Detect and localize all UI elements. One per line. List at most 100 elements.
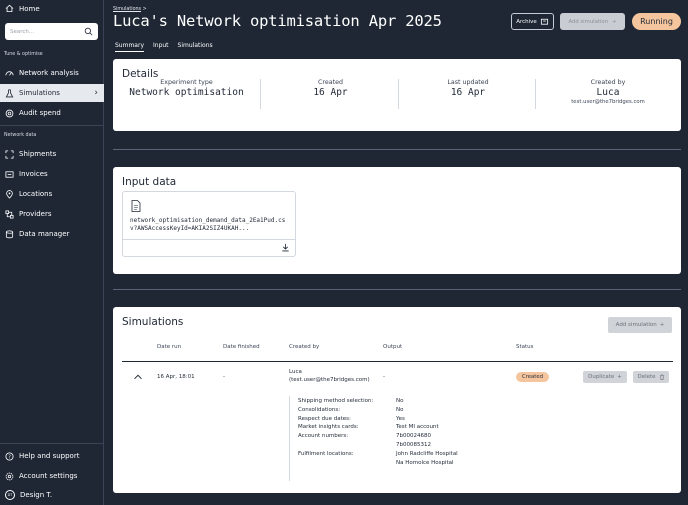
detail-value: No: [396, 406, 458, 415]
detail-label: Fulfilment locations:: [298, 450, 373, 459]
delete-button[interactable]: Delete: [633, 371, 669, 383]
detail-value: 7b00024680: [396, 432, 458, 441]
sidebar-item-label: Simulations: [19, 89, 60, 97]
providers-icon: [5, 210, 14, 219]
duplicate-button[interactable]: Duplicate +: [583, 371, 627, 383]
sidebar-item-simulations[interactable]: Simulations ›: [0, 84, 104, 102]
add-simulation-button[interactable]: Add simulation +: [608, 317, 672, 333]
sidebar-home[interactable]: Home: [5, 4, 40, 13]
sidebar-divider: [0, 125, 104, 126]
sidebar-item-data-manager[interactable]: Data manager: [0, 225, 104, 243]
divider: [535, 79, 536, 109]
details-card: Details Experiment type Network optimisa…: [113, 59, 681, 131]
created-by-value: Luca: [538, 87, 678, 98]
expand-icon: [5, 150, 14, 159]
simulations-card: Simulations Add simulation + Date run Da…: [113, 307, 681, 493]
chevron-up-icon[interactable]: [133, 372, 143, 382]
gauge-icon: [5, 69, 14, 78]
detail-value: Test MI account: [396, 423, 458, 432]
column-header-date-finished: Date finished: [223, 344, 260, 350]
search-placeholder: Search...: [10, 29, 34, 35]
sidebar-item-network-analysis[interactable]: Network analysis: [0, 64, 104, 82]
target-icon: [5, 109, 14, 118]
created-value: 16 Apr: [263, 87, 398, 98]
plus-icon: +: [660, 322, 665, 328]
input-data-card: Input data network_optimisation_demand_d…: [113, 167, 681, 274]
column-header-status: Status: [516, 344, 534, 350]
tab-input[interactable]: Input: [153, 42, 169, 52]
section-divider: [113, 149, 681, 150]
page-title: Luca's Network optimisation Apr 2025: [113, 12, 442, 30]
divider: [260, 79, 261, 109]
simulations-heading: Simulations: [122, 316, 183, 328]
created-by: Created by Luca test.user@the7bridges.co…: [538, 79, 678, 111]
archive-button[interactable]: Archive: [511, 13, 554, 30]
date-run-cell: 16 Apr, 18:01: [157, 374, 195, 381]
sidebar-item-providers[interactable]: Providers: [0, 205, 104, 223]
created-by-email-cell: (test.user@the7bridges.com): [289, 377, 370, 384]
sidebar-user[interactable]: DT Design T.: [0, 486, 104, 504]
detail-label: Respect due dates:: [298, 415, 373, 424]
sidebar-item-label: Help and support: [19, 452, 79, 460]
tab-simulations[interactable]: Simulations: [178, 42, 213, 52]
detail-label: Shipping method selection:: [298, 397, 373, 406]
home-icon: [5, 4, 14, 13]
created-by-cell: Luca: [289, 369, 302, 376]
sidebar-divider: [0, 443, 104, 444]
flask-icon: [5, 89, 14, 98]
created-label: Created: [263, 79, 398, 86]
created-by-label: Created by: [538, 79, 678, 86]
plus-icon: +: [612, 19, 616, 25]
duplicate-label: Duplicate: [588, 374, 614, 380]
sidebar-item-label: Shipments: [19, 150, 56, 158]
sidebar-item-label: Audit spend: [19, 109, 61, 117]
detail-value: Na Homolce Hospital: [396, 459, 458, 468]
sidebar-item-shipments[interactable]: Shipments: [0, 145, 104, 163]
file-card[interactable]: network_optimisation_demand_data_2Ea1Pud…: [122, 191, 296, 257]
sidebar-item-label: Network analysis: [19, 69, 79, 77]
location-pin-icon: [5, 190, 14, 199]
sidebar-item-label: Providers: [19, 210, 51, 218]
updated-value: 16 Apr: [401, 87, 535, 98]
delete-label: Delete: [637, 374, 655, 380]
sidebar-item-audit-spend[interactable]: Audit spend: [0, 104, 104, 122]
user-name: Design T.: [20, 491, 52, 499]
column-header-date-run: Date run: [157, 344, 181, 350]
sidebar-item-locations[interactable]: Locations: [0, 185, 104, 203]
search-input[interactable]: Search...: [5, 23, 98, 40]
section-network-data: Network data: [4, 133, 36, 138]
download-icon[interactable]: [281, 243, 290, 252]
plus-icon: +: [617, 374, 622, 380]
detail-value: No: [396, 397, 458, 406]
detail-values: No No Yes Test MI account 7b00024680 7b0…: [396, 397, 458, 467]
updated-label: Last updated: [401, 79, 535, 86]
section-tune-optimise: Tune & optimise: [4, 52, 43, 57]
experiment-type: Experiment type Network optimisation: [123, 79, 250, 111]
table-header-divider: [122, 361, 673, 362]
sidebar-item-invoices[interactable]: Invoices: [0, 165, 104, 183]
sidebar-item-account-settings[interactable]: Account settings: [0, 467, 104, 485]
help-icon: ?: [5, 452, 14, 461]
detail-label: Consolidations:: [298, 406, 373, 415]
add-simulation-label: Add simulation: [616, 322, 657, 328]
column-header-output: Output: [383, 344, 402, 350]
created-date: Created 16 Apr: [263, 79, 398, 111]
add-simulation-button-header[interactable]: Add simulation +: [560, 13, 625, 30]
input-data-heading: Input data: [122, 176, 176, 188]
output-cell: -: [383, 374, 385, 381]
svg-text:?: ?: [8, 454, 11, 460]
sidebar-item-label: Data manager: [19, 230, 69, 238]
date-finished-cell: -: [223, 374, 225, 381]
sidebar-home-label: Home: [19, 5, 40, 13]
detail-labels: Shipping method selection: Consolidation…: [298, 397, 373, 459]
tab-summary[interactable]: Summary: [115, 42, 144, 52]
sidebar-item-help[interactable]: ? Help and support: [0, 447, 104, 465]
file-card-divider: [123, 239, 295, 240]
invoice-icon: [5, 170, 14, 179]
gear-icon: [5, 472, 14, 481]
experiment-type-value: Network optimisation: [123, 87, 250, 98]
file-name: network_optimisation_demand_data_2Ea1Pud…: [130, 217, 290, 233]
tabs: Summary Input Simulations: [115, 42, 213, 52]
archive-icon: [540, 17, 549, 26]
detail-value: Yes: [396, 415, 458, 424]
